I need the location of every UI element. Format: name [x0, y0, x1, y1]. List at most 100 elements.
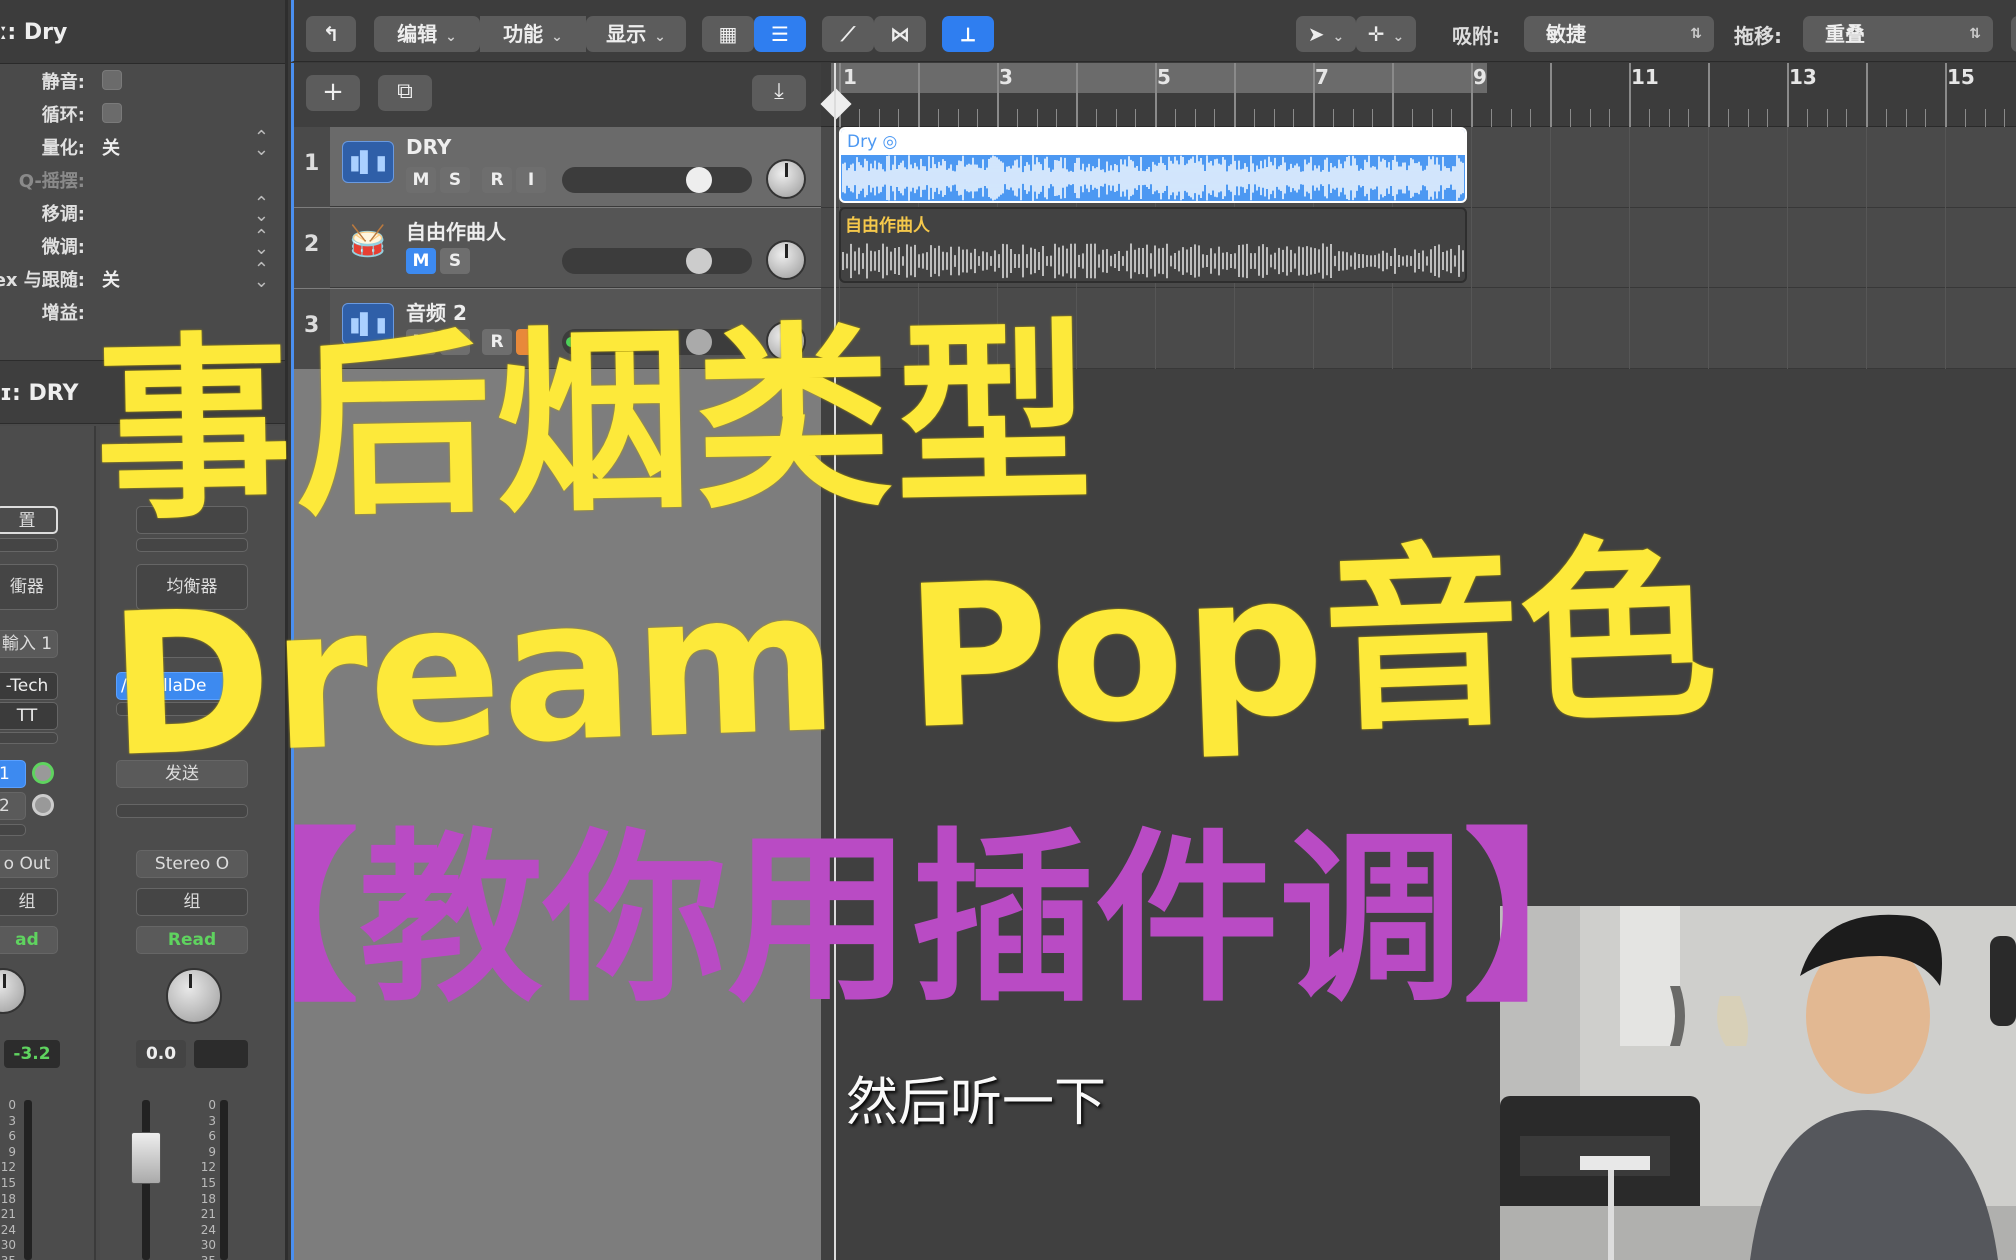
- quantize-label: 量化:: [41, 138, 85, 159]
- level-meter: [220, 1100, 228, 1260]
- region-name: 自由作曲人: [845, 216, 930, 236]
- gain-slot[interactable]: [0, 538, 58, 552]
- volume-fader[interactable]: [131, 1132, 161, 1184]
- quantize-value: 关: [102, 138, 120, 159]
- flex-icon[interactable]: ⋈: [874, 16, 926, 52]
- ruler-subtick: [1332, 109, 1334, 127]
- ruler-subtick: [858, 109, 860, 127]
- plugin-slot-empty[interactable]: [0, 732, 58, 744]
- input-slot[interactable]: 輸入 1: [0, 630, 58, 658]
- channel-strip-left: 置 衝器 輸入 1 -Tech TT 1 2 o Out 组 ad -3.2 0…: [0, 426, 96, 1260]
- ruler-subtick: [2004, 109, 2006, 127]
- setting-slot[interactable]: 置: [0, 506, 58, 534]
- updown-icon: ⌃ ⌄: [253, 127, 269, 160]
- ruler-subtick: [1411, 109, 1413, 127]
- ruler-tick: [997, 63, 999, 127]
- audio-region-dry[interactable]: Dry ◎: [839, 127, 1467, 203]
- chevron-down-icon: ⌄: [654, 29, 666, 45]
- grid-view-icon[interactable]: ▦: [702, 16, 754, 52]
- drum-kit-icon: 🥁: [349, 224, 387, 259]
- duplicate-track-icon[interactable]: ⧉: [378, 75, 432, 111]
- output-slot[interactable]: o Out: [0, 850, 58, 878]
- group-slot[interactable]: 组: [0, 888, 58, 916]
- ruler-subtick: [1668, 109, 1670, 127]
- ruler-tick: [1392, 63, 1394, 127]
- track-number: 2: [304, 232, 320, 257]
- crosshair-tool-icon[interactable]: ✛ ⌄: [1356, 16, 1416, 52]
- back-arrow-icon[interactable]: ↰: [306, 16, 356, 52]
- plugin-slot-1[interactable]: -Tech: [0, 672, 58, 700]
- download-icon[interactable]: ⤓: [752, 75, 806, 111]
- ruler-subtick: [1530, 109, 1532, 127]
- list-view-icon[interactable]: ☰: [754, 16, 806, 52]
- fine-tune-row[interactable]: 微调: ⌃ ⌄: [0, 228, 285, 261]
- edit-menu[interactable]: 编辑 ⌄: [374, 16, 480, 52]
- quantize-row[interactable]: 量化: 关 ⌃ ⌄: [0, 127, 285, 162]
- waveform-icon: ▮▌▮: [342, 141, 394, 183]
- plugin-slot-2[interactable]: TT: [0, 702, 58, 730]
- send-1-knob[interactable]: [32, 762, 54, 784]
- transpose-row[interactable]: 移调: ⌃ ⌄: [0, 195, 285, 228]
- snap-select[interactable]: 敏捷 ⇅: [1524, 16, 1714, 52]
- drag-select[interactable]: 重叠 ⇅: [1803, 16, 1993, 52]
- ruler-subtick: [1194, 109, 1196, 127]
- volume-readout: 0.0: [136, 1040, 186, 1068]
- pan-knob[interactable]: [0, 968, 26, 1014]
- ruler-subtick: [1688, 109, 1690, 127]
- ruler-subtick: [1016, 109, 1018, 127]
- ruler-subtick: [1214, 109, 1216, 127]
- volume-slider[interactable]: [562, 167, 752, 193]
- overflow-button[interactable]: [2011, 16, 2016, 52]
- q-swing-row: Q-摇摆:: [0, 163, 285, 195]
- ruler-subtick: [898, 109, 900, 127]
- region-name: ː: Dry: [0, 20, 68, 45]
- send-slot-2[interactable]: 2: [0, 792, 26, 820]
- input-monitor-button[interactable]: I: [516, 167, 546, 193]
- ruler-subtick: [1846, 109, 1848, 127]
- ruler-subtick: [1431, 109, 1433, 127]
- ruler-tick: [1787, 63, 1789, 127]
- ruler-tick: [1155, 63, 1157, 127]
- automation-mode[interactable]: ad: [0, 926, 58, 954]
- flex-follow-label: ex 与跟随:: [0, 270, 85, 291]
- loop-checkbox[interactable]: [102, 103, 122, 123]
- grid-line: [1787, 127, 1788, 369]
- gain-label: 增益:: [41, 303, 85, 324]
- bar-ruler[interactable]: 1 3 5 7 9 11 13 15: [820, 63, 2016, 127]
- transpose-label: 移调:: [41, 204, 85, 225]
- bar-number: 15: [1947, 65, 1975, 89]
- solo-button[interactable]: S: [440, 167, 470, 193]
- volume-slider-thumb[interactable]: [686, 167, 712, 193]
- functions-menu[interactable]: 功能 ⌄: [480, 16, 586, 52]
- pan-knob[interactable]: [766, 159, 806, 199]
- add-track-icon[interactable]: +: [306, 75, 360, 111]
- send-2-knob[interactable]: [32, 794, 54, 816]
- catch-icon[interactable]: ⟂: [942, 16, 994, 52]
- automation-curve-icon[interactable]: ⟋: [822, 16, 874, 52]
- ruler-tick: [1234, 63, 1236, 127]
- grid-line: [1866, 127, 1867, 369]
- grid-line: [1471, 127, 1472, 369]
- ruler-subtick: [1095, 109, 1097, 127]
- track-row-1[interactable]: 1 ▮▌▮ DRY M S R I: [294, 127, 821, 207]
- mute-button[interactable]: M: [406, 167, 436, 193]
- view-menu[interactable]: 显示 ⌄: [586, 16, 686, 52]
- bar-number: 13: [1789, 65, 1817, 89]
- eq-slot[interactable]: 衝器: [0, 564, 58, 610]
- thumbnail-title-line-3: 【教你用插件调】: [175, 813, 1648, 1027]
- region-inspector-header[interactable]: ː: Dry: [0, 0, 285, 64]
- bar-number: 7: [1315, 65, 1329, 89]
- record-enable-button[interactable]: R: [482, 167, 512, 193]
- loop-row: 循环:: [0, 97, 285, 129]
- chevron-down-icon: ⌄: [551, 29, 563, 45]
- pointer-tool-icon[interactable]: ➤ ⌄: [1296, 16, 1356, 52]
- track-name[interactable]: 自由作曲人: [406, 216, 506, 245]
- ruler-subtick: [1964, 109, 1966, 127]
- mute-checkbox[interactable]: [102, 70, 122, 90]
- send-slot-empty[interactable]: [0, 824, 26, 836]
- ruler-tick: [1945, 63, 1947, 127]
- send-slot-1[interactable]: 1: [0, 760, 26, 788]
- track-name[interactable]: DRY: [406, 135, 451, 159]
- track-number: 1: [304, 151, 320, 176]
- playhead-marker-icon[interactable]: [820, 88, 852, 120]
